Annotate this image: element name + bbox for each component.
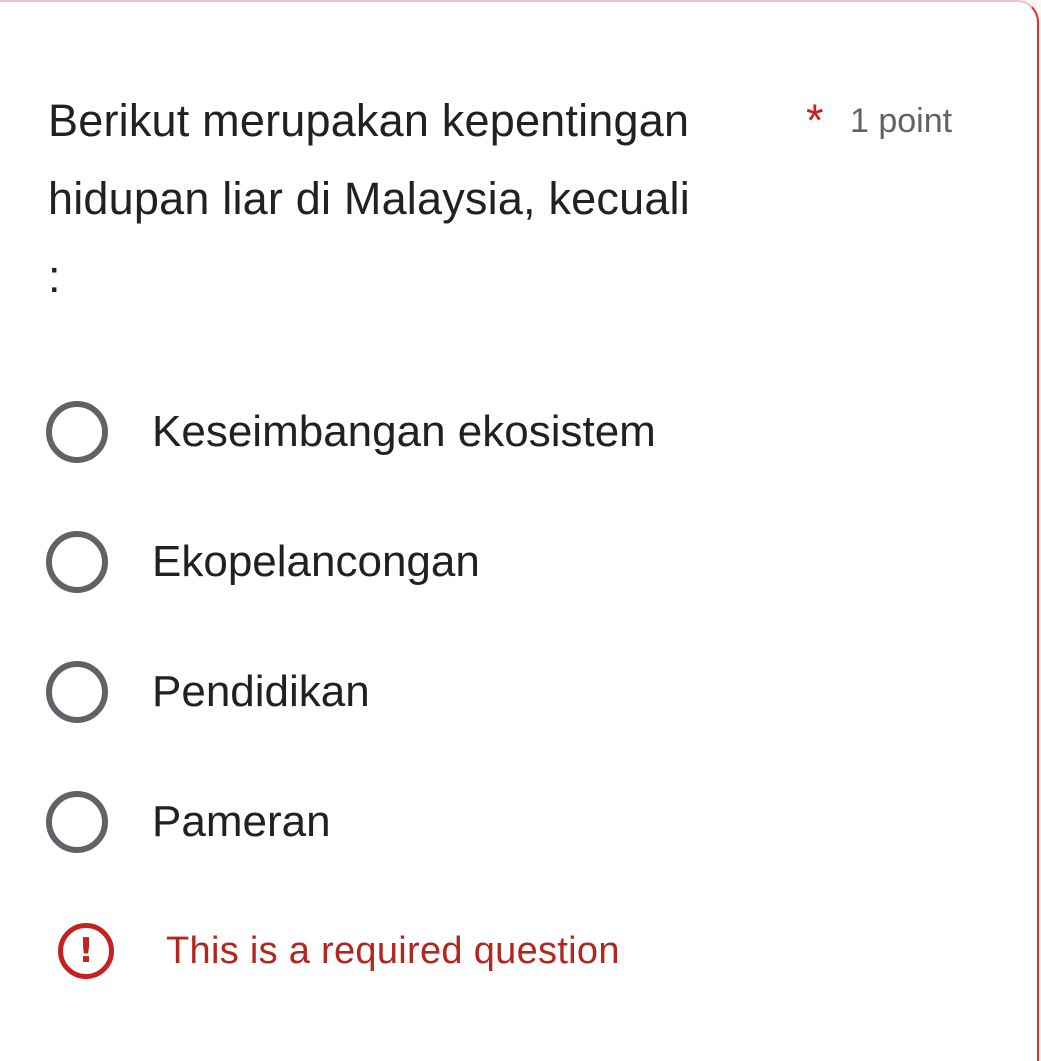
option-label[interactable]: Pameran	[152, 796, 331, 848]
option-pendidikan[interactable]: Pendidikan	[0, 642, 1000, 742]
question-title: Berikut merupakan kepentingan hidupan li…	[48, 95, 690, 302]
radio-button[interactable]	[46, 401, 108, 463]
error-icon: !	[58, 923, 114, 979]
radio-button[interactable]	[46, 791, 108, 853]
question-card: Berikut merupakan kepentingan hidupan li…	[0, 0, 1039, 1061]
radio-button[interactable]	[46, 531, 108, 593]
option-pameran[interactable]: Pameran	[0, 772, 1000, 872]
error-message: This is a required question	[166, 930, 620, 972]
option-label[interactable]: Keseimbangan ekosistem	[152, 406, 656, 458]
option-label[interactable]: Pendidikan	[152, 666, 370, 718]
required-asterisk: *	[806, 95, 824, 146]
required-error: ! This is a required question	[0, 912, 1000, 992]
option-ekopelancongan[interactable]: Ekopelancongan	[0, 512, 1000, 612]
points-label: 1 point	[850, 102, 953, 140]
option-label[interactable]: Ekopelancongan	[152, 536, 480, 588]
option-keseimbangan-ekosistem[interactable]: Keseimbangan ekosistem	[0, 382, 1000, 482]
radio-button[interactable]	[46, 661, 108, 723]
